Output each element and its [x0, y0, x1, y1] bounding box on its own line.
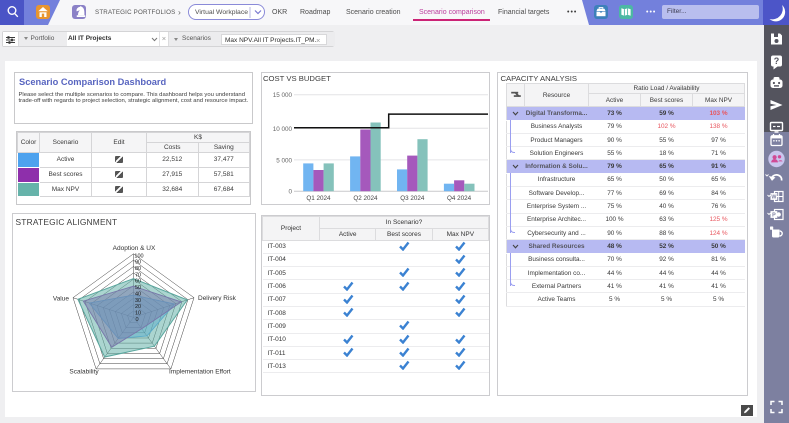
svg-text:Implementation Effort: Implementation Effort: [169, 369, 231, 376]
svg-text:70: 70: [135, 272, 141, 278]
svg-text:80: 80: [135, 266, 141, 272]
svg-text:Value: Value: [53, 296, 70, 303]
svg-text:Adoption & UX: Adoption & UX: [113, 245, 156, 252]
svg-text:50: 50: [135, 285, 141, 291]
svg-text:?: ?: [774, 56, 780, 66]
svg-text:Q3 2024: Q3 2024: [400, 195, 425, 202]
svg-text:Q4 2024: Q4 2024: [447, 195, 472, 202]
svg-text:Q1 2024: Q1 2024: [306, 195, 331, 202]
svg-text:20: 20: [135, 304, 141, 310]
svg-text:90: 90: [135, 260, 141, 266]
svg-text:Delivery Risk: Delivery Risk: [198, 295, 237, 302]
svg-text:P: P: [772, 212, 776, 218]
svg-text:Scalability: Scalability: [69, 369, 99, 376]
svg-text:0: 0: [135, 317, 138, 323]
svg-text:100: 100: [134, 253, 143, 259]
svg-text:10 000: 10 000: [273, 126, 293, 133]
svg-text:40: 40: [135, 292, 141, 298]
svg-text:5 000: 5 000: [276, 157, 292, 164]
svg-text:10: 10: [135, 311, 141, 317]
svg-text:60: 60: [135, 279, 141, 285]
svg-text:Q2 2024: Q2 2024: [353, 195, 378, 202]
svg-text:30: 30: [135, 298, 141, 304]
svg-text:15 000: 15 000: [273, 92, 293, 99]
svg-text:0: 0: [288, 189, 292, 196]
